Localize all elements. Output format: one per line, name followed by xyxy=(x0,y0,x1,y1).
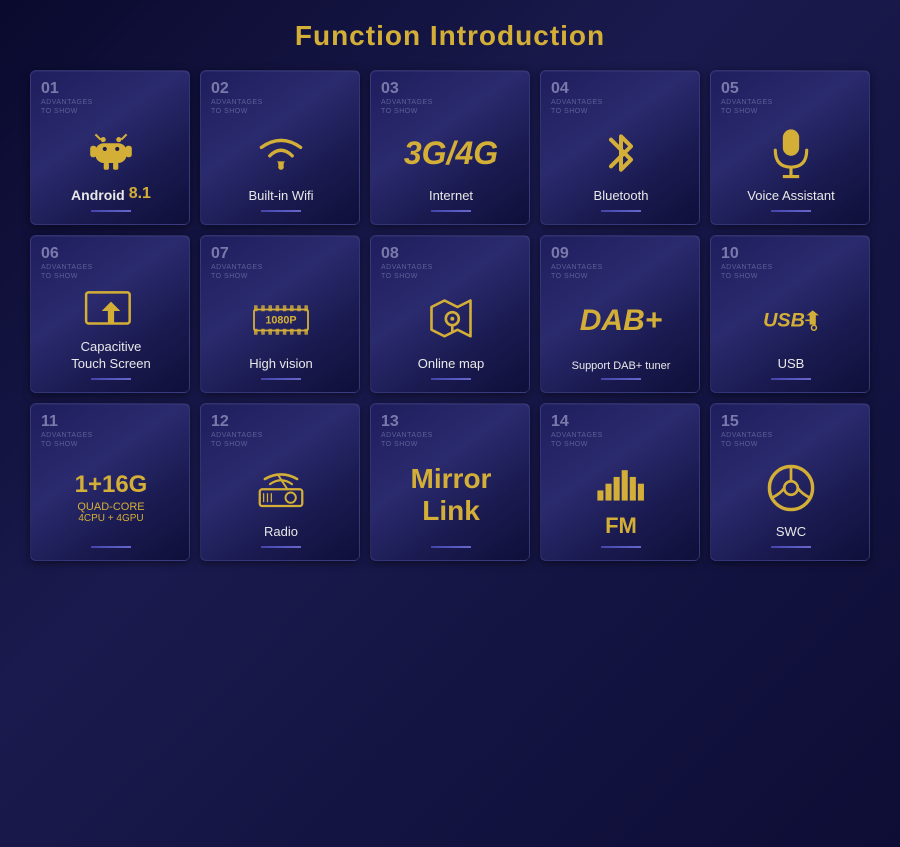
card-bluetooth: 04 ADVANTAGESTO SHOW Bluetooth xyxy=(540,70,700,225)
android-icon xyxy=(41,122,181,180)
card-swc: 15 ADVANTAGESTO SHOW SWC xyxy=(710,403,870,561)
dab-icon: DAB+ xyxy=(551,287,691,355)
map-icon xyxy=(381,287,521,352)
page-title: Function Introduction xyxy=(295,20,605,52)
usb-icon: USB xyxy=(721,287,861,352)
card-wifi: 02 ADVANTAGESTO SHOW Built-in Wifi xyxy=(200,70,360,225)
1080p-icon: 1080P xyxy=(211,287,351,352)
touch-icon xyxy=(41,287,181,335)
wifi-icon xyxy=(211,122,351,184)
svg-text:1080P: 1080P xyxy=(265,314,296,326)
voice-icon xyxy=(721,122,861,184)
card-mirror: 13 ADVANTAGESTO SHOW MirrorLink xyxy=(370,403,530,561)
features-grid: 01 ADVANTAGESTO SHOW Android 8.1 xyxy=(30,70,870,561)
card-usb: 10 ADVANTAGESTO SHOW USB USB xyxy=(710,235,870,393)
card-internet: 03 ADVANTAGESTO SHOW 3G/4G Internet xyxy=(370,70,530,225)
card-1080p: 07 ADVANTAGESTO SHOW xyxy=(200,235,360,393)
fm-icon xyxy=(551,455,691,508)
card-dab: 09 ADVANTAGESTO SHOW DAB+ Support DAB+ t… xyxy=(540,235,700,393)
svg-text:USB: USB xyxy=(763,309,805,331)
internet-icon: 3G/4G xyxy=(381,122,521,184)
bluetooth-icon xyxy=(551,122,691,184)
card-fm: 14 ADVANTAGESTO SHOW FM xyxy=(540,403,700,561)
card-voice: 05 ADVANTAGESTO SHOW Voice Assistant xyxy=(710,70,870,225)
card-map: 08 ADVANTAGESTO SHOW Online map xyxy=(370,235,530,393)
radio-icon xyxy=(211,455,351,520)
swc-icon xyxy=(721,455,861,520)
card-touch: 06 ADVANTAGESTO SHOW CapacitiveTouch Scr… xyxy=(30,235,190,393)
card-radio: 12 ADVANTAGESTO SHOW Radio xyxy=(200,403,360,561)
card-android: 01 ADVANTAGESTO SHOW Android 8.1 xyxy=(30,70,190,225)
card-cpu: 11 ADVANTAGESTO SHOW 1+16G QUAD-CORE 4CP… xyxy=(30,403,190,561)
